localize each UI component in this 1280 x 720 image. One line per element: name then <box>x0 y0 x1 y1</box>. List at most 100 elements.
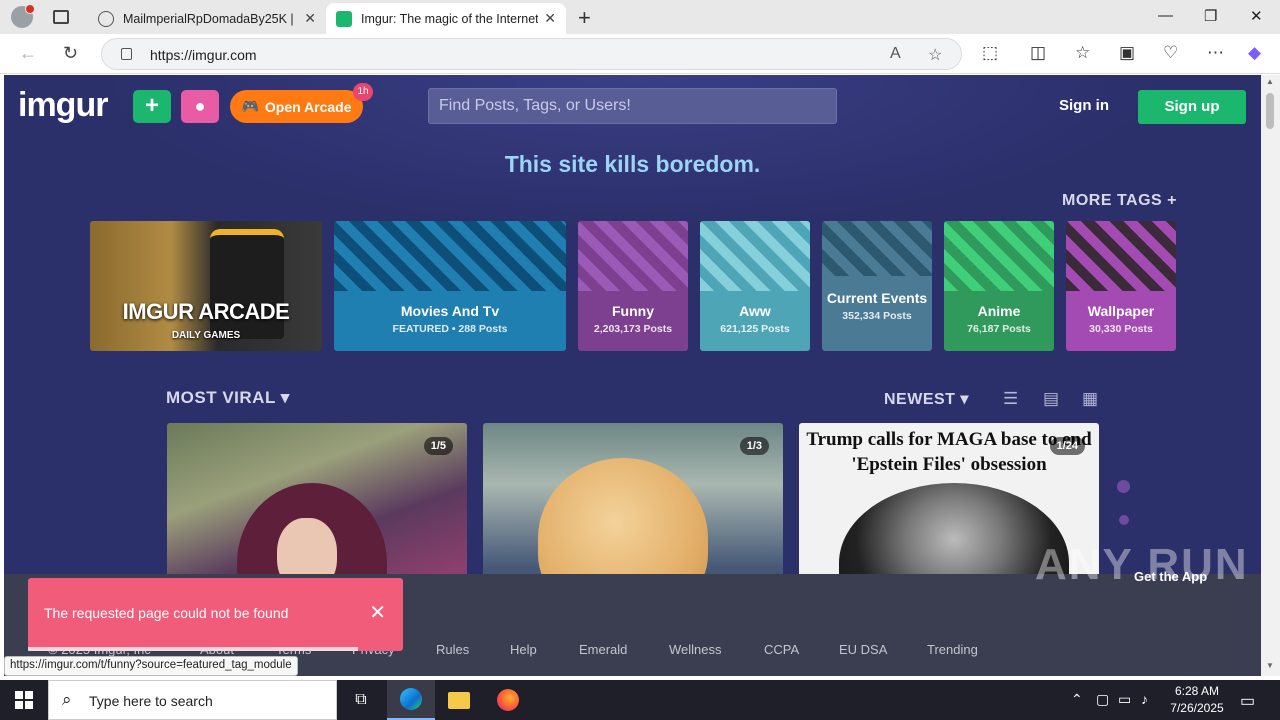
browser-essentials-icon[interactable]: ♡ <box>1163 43 1178 63</box>
tag-count: 621,125 Posts <box>720 323 790 335</box>
sort-label: MOST VIRAL <box>166 388 276 407</box>
scrollbar-thumb[interactable] <box>1266 93 1274 129</box>
tag-wallpaper[interactable]: Wallpaper 30,330 Posts <box>1066 221 1176 351</box>
tab-actions-icon[interactable] <box>53 10 69 24</box>
image-count-badge: 1/3 <box>739 437 769 455</box>
tag-label-area: Movies And Tv FEATURED • 288 Posts <box>334 291 566 351</box>
tag-name: Wallpaper <box>1087 303 1155 319</box>
split-screen-icon[interactable]: ◫ <box>1030 43 1046 63</box>
get-the-app-link[interactable]: Get the App <box>1134 569 1207 584</box>
open-arcade-button[interactable]: 🎮 Open Arcade <box>230 90 363 123</box>
close-icon[interactable]: ✕ <box>369 600 386 625</box>
footer-link[interactable]: CCPA <box>764 642 799 657</box>
footer-link[interactable]: Wellness <box>669 642 722 657</box>
footer-link[interactable]: Trending <box>927 642 978 657</box>
error-toast: The requested page could not be found ✕ <box>28 578 403 651</box>
arcade-tile-subtitle: DAILY GAMES <box>171 330 241 341</box>
address-bar[interactable]: https://imgur.com A ☆ <box>101 38 962 70</box>
caret-down-icon: ▾ <box>280 388 290 407</box>
extensions-icon[interactable]: ⬚ <box>982 43 998 63</box>
lock-icon[interactable] <box>121 48 132 60</box>
browser-tab-bar: MailmperialRpDomadaBy25K | Dc ✕ Imgur: T… <box>0 0 1280 34</box>
open-arcade-label: Open Arcade <box>264 98 352 115</box>
status-url-bubble: https://imgur.com/t/funny?source=feature… <box>4 656 298 676</box>
scroll-down-icon[interactable]: ▼ <box>1266 661 1274 670</box>
new-tab-icon[interactable]: + <box>578 5 591 31</box>
sort-most-viral-dropdown[interactable]: MOST VIRAL ▾ <box>166 388 290 408</box>
copilot-icon[interactable]: ◆ <box>1248 43 1261 63</box>
collections-icon[interactable]: ▣ <box>1119 43 1135 63</box>
image-count-badge: 1/24 <box>1049 437 1085 455</box>
tab-mail[interactable]: MailmperialRpDomadaBy25K | Dc ✕ <box>88 3 326 34</box>
plus-icon: + <box>144 92 159 119</box>
sign-up-button[interactable]: Sign up <box>1138 90 1246 124</box>
list-view-icon[interactable]: ▤ <box>1043 389 1059 409</box>
imgur-logo[interactable]: imgur <box>18 86 108 125</box>
read-aloud-icon[interactable]: A <box>890 45 901 63</box>
minimize-icon[interactable]: — <box>1158 7 1173 24</box>
task-view-icon[interactable]: ⧉ <box>337 680 385 720</box>
filter-sliders-icon[interactable]: ☰ <box>1003 389 1018 409</box>
toast-message: The requested page could not be found <box>44 605 289 621</box>
close-tab-icon[interactable]: ✕ <box>544 10 556 27</box>
tag-label-area: Funny 2,203,173 Posts <box>578 291 688 351</box>
edge-taskbar-icon[interactable] <box>387 680 435 720</box>
tag-funny[interactable]: Funny 2,203,173 Posts <box>578 221 688 351</box>
file-explorer-icon[interactable] <box>435 680 483 720</box>
caret-down-icon: ▾ <box>960 391 969 408</box>
scroll-up-icon[interactable]: ▲ <box>1266 77 1274 86</box>
sort-newest-dropdown[interactable]: NEWEST ▾ <box>884 389 969 409</box>
tag-count: 30,330 Posts <box>1089 323 1153 335</box>
refresh-icon[interactable]: ↻ <box>63 43 78 64</box>
sign-in-link[interactable]: Sign in <box>1059 97 1109 114</box>
taskbar-clock[interactable]: 6:28 AM 7/26/2025 <box>1162 683 1232 717</box>
close-window-icon[interactable]: ✕ <box>1250 7 1263 25</box>
more-menu-icon[interactable]: ⋯ <box>1207 43 1224 63</box>
vertical-scrollbar[interactable]: ▲ ▼ <box>1261 75 1280 676</box>
tag-count: 76,187 Posts <box>967 323 1031 335</box>
restore-icon[interactable]: ❐ <box>1204 7 1217 25</box>
windows-start-icon[interactable] <box>15 691 33 709</box>
tray-device-icon[interactable]: ▢ <box>1096 691 1109 708</box>
imgur-pig-button[interactable]: ● <box>181 90 219 123</box>
taskbar-search[interactable]: ⌕ Type here to search <box>48 680 337 720</box>
footer-link[interactable]: Emerald <box>579 642 627 657</box>
address-toolbar: ← ↻ https://imgur.com A ☆ ⬚ ◫ ☆ ▣ ♡ ⋯ ◆ <box>0 34 1280 74</box>
tab-title: MailmperialRpDomadaBy25K | Dc <box>123 11 299 26</box>
tag-name: Movies And Tv <box>400 303 500 319</box>
taskbar-search-placeholder: Type here to search <box>89 693 213 709</box>
tag-anime[interactable]: Anime 76,187 Posts <box>944 221 1054 351</box>
tag-name: Current Events <box>826 290 928 306</box>
tag-current-events[interactable]: Current Events 352,334 Posts <box>822 221 932 351</box>
volume-icon[interactable]: ♪ <box>1141 691 1148 707</box>
globe-icon <box>98 10 114 27</box>
tag-name: Anime <box>977 303 1021 319</box>
tag-movies-and-tv[interactable]: Movies And Tv FEATURED • 288 Posts <box>334 221 566 351</box>
favorite-star-icon[interactable]: ☆ <box>928 45 942 65</box>
tag-count: FEATURED • 288 Posts <box>392 323 508 335</box>
favorites-icon[interactable]: ☆ <box>1075 43 1090 63</box>
close-tab-icon[interactable]: ✕ <box>304 10 316 27</box>
gamepad-icon: 🎮 <box>241 98 259 114</box>
new-post-button[interactable]: + <box>133 90 171 123</box>
notification-icon[interactable]: ▭ <box>1240 691 1255 711</box>
search-input[interactable]: Find Posts, Tags, or Users! <box>428 88 837 124</box>
firefox-icon[interactable] <box>484 680 532 720</box>
url-text[interactable]: https://imgur.com <box>150 47 257 63</box>
more-tags-link[interactable]: MORE TAGS + <box>1062 192 1177 210</box>
footer-link[interactable]: Rules <box>436 642 469 657</box>
grid-view-icon[interactable]: ▦ <box>1082 389 1098 409</box>
footer-link[interactable]: EU DSA <box>839 642 887 657</box>
tag-pattern <box>700 221 810 291</box>
arcade-tile[interactable]: IMGUR ARCADE DAILY GAMES <box>90 221 322 351</box>
tray-chevron-icon[interactable]: ⌃ <box>1071 691 1083 708</box>
network-icon[interactable]: ▭ <box>1118 691 1131 708</box>
pig-icon: ● <box>194 96 206 116</box>
windows-taskbar: ⌕ Type here to search ⧉ ⌃ ▢ ▭ ♪ 6:28 AM … <box>0 680 1280 720</box>
footer-link[interactable]: Help <box>510 642 537 657</box>
profile-icon[interactable] <box>11 4 35 28</box>
back-icon[interactable]: ← <box>19 43 37 64</box>
tag-pattern <box>578 221 688 291</box>
tag-aww[interactable]: Aww 621,125 Posts <box>700 221 810 351</box>
tab-imgur[interactable]: Imgur: The magic of the Internet ✕ <box>326 3 566 34</box>
